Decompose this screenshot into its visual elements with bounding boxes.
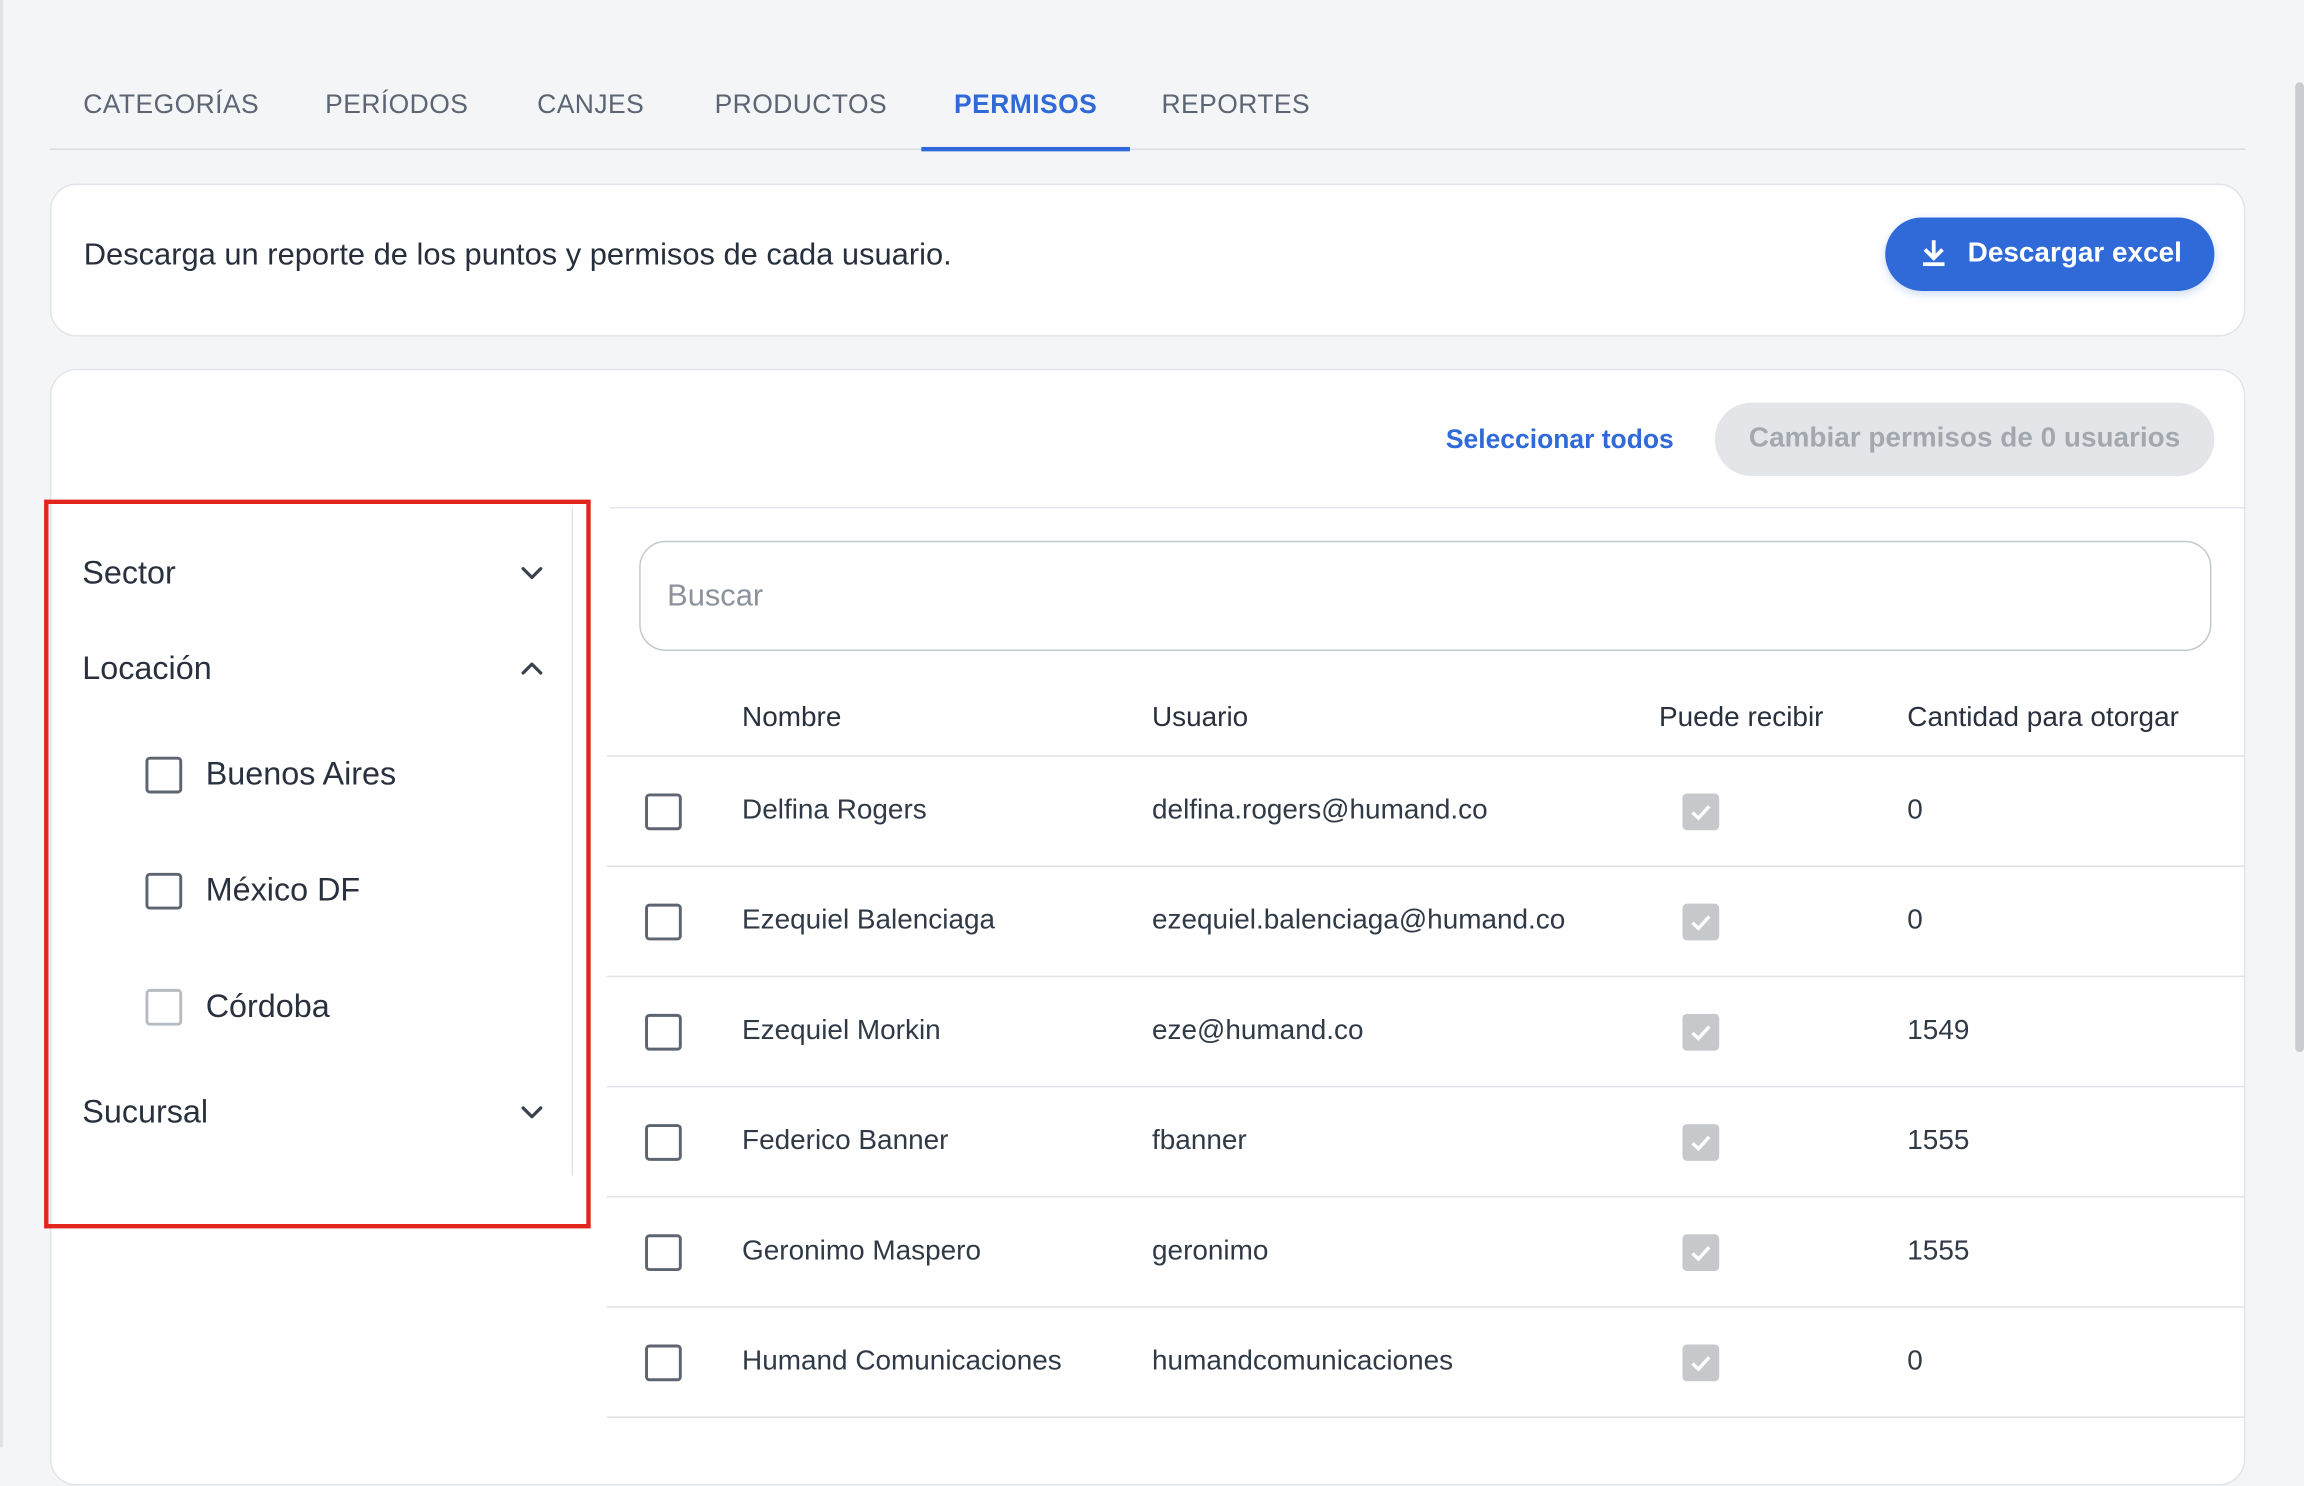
location-checkbox[interactable] [145, 756, 183, 793]
can-receive-checkbox [1682, 1013, 1720, 1051]
download-excel-label: Descargar excel [1967, 238, 2182, 269]
tab-bar: CATEGORÍAS PERÍODOS CANJES PRODUCTOS PER… [49, 59, 2246, 152]
filter-panel-divider [571, 506, 574, 1176]
page-scrollbar[interactable] [2295, 82, 2304, 1053]
tab-categorias[interactable]: CATEGORÍAS [50, 59, 292, 150]
table-row-divider [606, 1085, 2246, 1088]
location-option-label: Córdoba [205, 987, 330, 1025]
table-cell-user: humandcomunicaciones [1152, 1345, 1454, 1377]
chevron-down-icon [521, 567, 543, 580]
filter-sector[interactable]: Sector [82, 544, 546, 603]
change-permissions-button[interactable]: Cambiar permisos de 0 usuarios [1714, 402, 2215, 477]
location-checkbox[interactable] [145, 988, 183, 1025]
chevron-up-icon [521, 662, 543, 675]
location-checkbox[interactable] [145, 872, 183, 909]
location-option-buenos-aires[interactable]: Buenos Aires [145, 754, 396, 795]
table-cell-name: Federico Banner [742, 1125, 949, 1157]
location-option-label: México DF [205, 871, 361, 909]
can-receive-checkbox [1682, 1234, 1720, 1272]
table-cell-name: Ezequiel Balenciaga [742, 905, 996, 937]
download-icon [1923, 240, 1945, 267]
tab-periodos[interactable]: PERÍODOS [303, 59, 491, 150]
filter-location-label: Locación [82, 649, 212, 687]
card-divider [609, 506, 2247, 509]
table-cell-amount: 1555 [1907, 1125, 1970, 1157]
table-cell-name: Delfina Rogers [742, 794, 927, 826]
table-cell-user: geronimo [1152, 1235, 1269, 1267]
filter-location[interactable]: Locación [82, 639, 546, 698]
tab-canjes[interactable]: CANJES [517, 59, 664, 150]
download-description: Descarga un reporte de los puntos y perm… [83, 238, 952, 272]
row-select-checkbox[interactable] [645, 903, 682, 941]
table-row-divider [606, 975, 2246, 978]
location-option-cordoba[interactable]: Córdoba [145, 986, 330, 1027]
table-row-divider [606, 1306, 2246, 1308]
table-cell-amount: 0 [1907, 794, 1923, 826]
table-cell-user: ezequiel.balenciaga@humand.co [1152, 905, 1566, 937]
can-receive-checkbox [1682, 1124, 1720, 1161]
table-cell-amount: 1555 [1907, 1235, 1970, 1267]
can-receive-checkbox [1682, 903, 1720, 941]
location-option-label: Buenos Aires [205, 755, 397, 793]
row-select-checkbox[interactable] [645, 793, 682, 831]
table-row-divider [606, 865, 2246, 867]
column-header-amount: Cantidad para otorgar [1907, 702, 2179, 734]
check-icon [1691, 1356, 1711, 1372]
tab-reportes[interactable]: REPORTES [1145, 59, 1327, 150]
chevron-down-icon [521, 1106, 543, 1119]
can-receive-checkbox [1682, 793, 1720, 831]
window-edge [0, 0, 3, 1448]
download-excel-button[interactable]: Descargar excel [1885, 217, 2215, 291]
filter-sector-label: Sector [82, 553, 176, 591]
column-header-can-receive: Puede recibir [1658, 702, 1824, 734]
table-cell-name: Humand Comunicaciones [742, 1345, 1062, 1377]
row-select-checkbox[interactable] [645, 1124, 682, 1161]
check-icon [1691, 915, 1711, 931]
table-cell-user: fbanner [1152, 1125, 1247, 1157]
row-select-checkbox[interactable] [645, 1234, 682, 1272]
table-cell-user: delfina.rogers@humand.co [1152, 794, 1488, 826]
table-cell-amount: 0 [1907, 905, 1923, 937]
select-all-link[interactable]: Seleccionar todos [1446, 425, 1674, 456]
column-header-name: Nombre [742, 702, 842, 734]
check-icon [1691, 1245, 1711, 1262]
row-select-checkbox[interactable] [645, 1344, 682, 1382]
column-header-user: Usuario [1152, 702, 1249, 734]
table-cell-user: eze@humand.co [1152, 1015, 1364, 1047]
filter-branch-label: Sucursal [82, 1093, 209, 1130]
search-input[interactable] [639, 540, 2212, 651]
location-option-mexico-df[interactable]: México DF [145, 870, 360, 911]
check-icon [1691, 805, 1711, 821]
permissions-page: CATEGORÍAS PERÍODOS CANJES PRODUCTOS PER… [0, 0, 2304, 1486]
can-receive-checkbox [1682, 1344, 1720, 1382]
tab-permisos[interactable]: PERMISOS [921, 59, 1130, 152]
check-icon [1691, 1135, 1711, 1152]
row-select-checkbox[interactable] [645, 1013, 682, 1051]
table-cell-name: Geronimo Maspero [742, 1235, 982, 1267]
table-row-divider [606, 1196, 2246, 1198]
table-row-divider [606, 1416, 2246, 1418]
table-cell-amount: 1549 [1907, 1015, 1970, 1047]
tab-productos[interactable]: PRODUCTOS [696, 59, 905, 150]
download-report-card: Descarga un reporte de los puntos y perm… [49, 183, 2246, 337]
table-cell-amount: 0 [1907, 1345, 1923, 1377]
check-icon [1691, 1025, 1711, 1041]
table-header-divider [606, 755, 2246, 757]
table-cell-name: Ezequiel Morkin [742, 1015, 941, 1047]
filter-branch[interactable]: Sucursal [82, 1083, 546, 1142]
